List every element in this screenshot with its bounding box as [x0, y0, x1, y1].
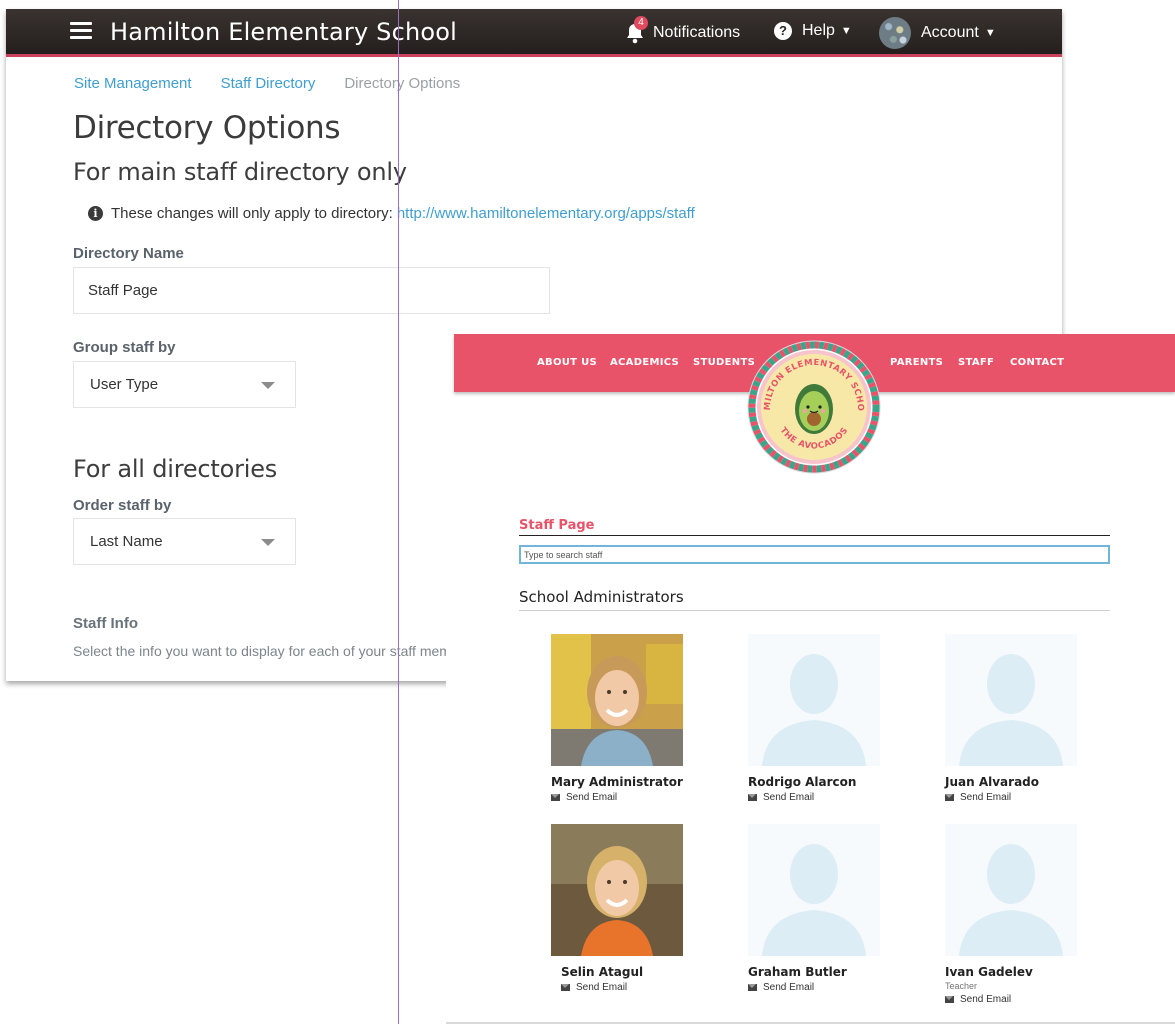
caret-down-icon: ▼	[984, 27, 996, 39]
breadcrumb-directory-options: Directory Options	[344, 75, 461, 92]
staff-card: Mary Administrator Send Email	[551, 634, 701, 803]
account-label: Account	[921, 24, 979, 41]
page-title: Directory Options	[73, 110, 341, 146]
school-logo[interactable]: HAMILTON ELEMENTARY SCHOOL THE AVOCADOS	[746, 339, 882, 475]
send-email-label: Send Email	[763, 982, 815, 993]
staff-photo-placeholder[interactable]	[748, 634, 880, 766]
staff-page-preview: ABOUT US ACADEMICS STUDENTS PARENTS STAF…	[446, 334, 1175, 1024]
account-avatar	[879, 17, 911, 49]
chevron-down-icon	[261, 539, 275, 546]
send-email-label: Send Email	[960, 994, 1012, 1005]
order-by-select[interactable]: Last Name	[73, 518, 296, 565]
send-email-label: Send Email	[960, 792, 1012, 803]
staff-photo[interactable]	[551, 824, 683, 956]
order-by-label: Order staff by	[73, 497, 172, 514]
info-text: These changes will only apply to directo…	[111, 205, 393, 222]
question-circle-icon: ?	[774, 22, 792, 40]
send-email-label: Send Email	[576, 982, 628, 993]
heading-divider	[519, 535, 1110, 536]
guide-line	[398, 0, 399, 1024]
top-bar: Hamilton Elementary School 4 Notificatio…	[6, 9, 1062, 57]
notifications-button[interactable]: 4 Notifications	[625, 16, 741, 44]
send-email-label: Send Email	[566, 792, 618, 803]
staff-card: Graham Butler Send Email	[748, 824, 898, 993]
nav-staff[interactable]: STAFF	[958, 357, 994, 368]
staff-card: Juan Alvarado Send Email	[945, 634, 1095, 803]
staff-photo-placeholder[interactable]	[945, 824, 1077, 956]
directory-name-label: Directory Name	[73, 245, 184, 262]
staff-info-description: Select the info you want to display for …	[73, 643, 446, 659]
staff-name[interactable]: Selin Atagul	[561, 965, 701, 979]
chevron-down-icon	[261, 382, 275, 389]
notifications-count-badge: 4	[634, 16, 648, 30]
envelope-icon	[551, 794, 560, 801]
staff-card: Ivan Gadelev Teacher Send Email	[945, 824, 1095, 1005]
bell-icon: 4	[625, 16, 648, 44]
staff-page-heading: Staff Page	[519, 518, 595, 533]
staff-name[interactable]: Mary Administrator	[551, 775, 701, 789]
section-main-directory: For main staff directory only	[73, 158, 407, 186]
help-label: Help	[802, 22, 835, 39]
staff-photo-placeholder[interactable]	[748, 824, 880, 956]
staff-info-label: Staff Info	[73, 615, 138, 632]
nav-academics[interactable]: ACADEMICS	[610, 357, 679, 368]
send-email-label: Send Email	[763, 792, 815, 803]
staff-title: Teacher	[945, 981, 978, 991]
directory-url-link[interactable]: http://www.hamiltonelementary.org/apps/s…	[397, 205, 695, 222]
order-by-value: Last Name	[90, 533, 163, 550]
group-by-value: User Type	[90, 376, 159, 393]
directory-name-input[interactable]	[73, 267, 550, 314]
group-by-label: Group staff by	[73, 339, 176, 356]
envelope-icon	[561, 984, 570, 991]
group-divider	[519, 610, 1110, 611]
envelope-icon	[748, 794, 757, 801]
staff-name[interactable]: Juan Alvarado	[945, 775, 1095, 789]
notifications-label: Notifications	[653, 24, 741, 41]
site-title[interactable]: Hamilton Elementary School	[110, 18, 457, 46]
breadcrumb-site-management[interactable]: Site Management	[74, 75, 192, 92]
staff-photo[interactable]	[551, 634, 683, 766]
nav-about-us[interactable]: ABOUT US	[537, 357, 597, 368]
account-menu-button[interactable]: Account ▼	[879, 17, 996, 49]
staff-photo-placeholder[interactable]	[945, 634, 1077, 766]
staff-name[interactable]: Rodrigo Alarcon	[748, 775, 898, 789]
breadcrumb-staff-directory[interactable]: Staff Directory	[221, 75, 316, 92]
section-all-directories: For all directories	[73, 455, 278, 483]
staff-name[interactable]: Graham Butler	[748, 965, 898, 979]
hamburger-menu-icon[interactable]	[70, 22, 92, 42]
info-message: i These changes will only apply to direc…	[88, 205, 695, 222]
group-title: School Administrators	[519, 588, 684, 606]
envelope-icon	[945, 794, 954, 801]
caret-down-icon: ▼	[840, 25, 852, 37]
envelope-icon	[945, 996, 954, 1003]
staff-search-input[interactable]	[519, 545, 1110, 564]
staff-card: Selin Atagul Send Email	[551, 824, 701, 993]
send-email-link[interactable]: Send Email	[561, 982, 701, 993]
staff-name[interactable]: Ivan Gadelev	[945, 965, 1095, 979]
send-email-link[interactable]: Send Email	[945, 792, 1095, 803]
help-menu-button[interactable]: ? Help ▼	[774, 22, 852, 40]
staff-card: Rodrigo Alarcon Send Email	[748, 634, 898, 803]
breadcrumb: Site Management Staff Directory Director…	[74, 75, 460, 92]
send-email-link[interactable]: Send Email	[551, 792, 701, 803]
send-email-link[interactable]: Send Email	[945, 994, 1095, 1005]
send-email-link[interactable]: Send Email	[748, 792, 898, 803]
info-circle-icon: i	[88, 206, 103, 221]
nav-parents[interactable]: PARENTS	[890, 357, 943, 368]
nav-contact[interactable]: CONTACT	[1010, 357, 1064, 368]
envelope-icon	[748, 984, 757, 991]
send-email-link[interactable]: Send Email	[748, 982, 898, 993]
group-by-select[interactable]: User Type	[73, 361, 296, 408]
